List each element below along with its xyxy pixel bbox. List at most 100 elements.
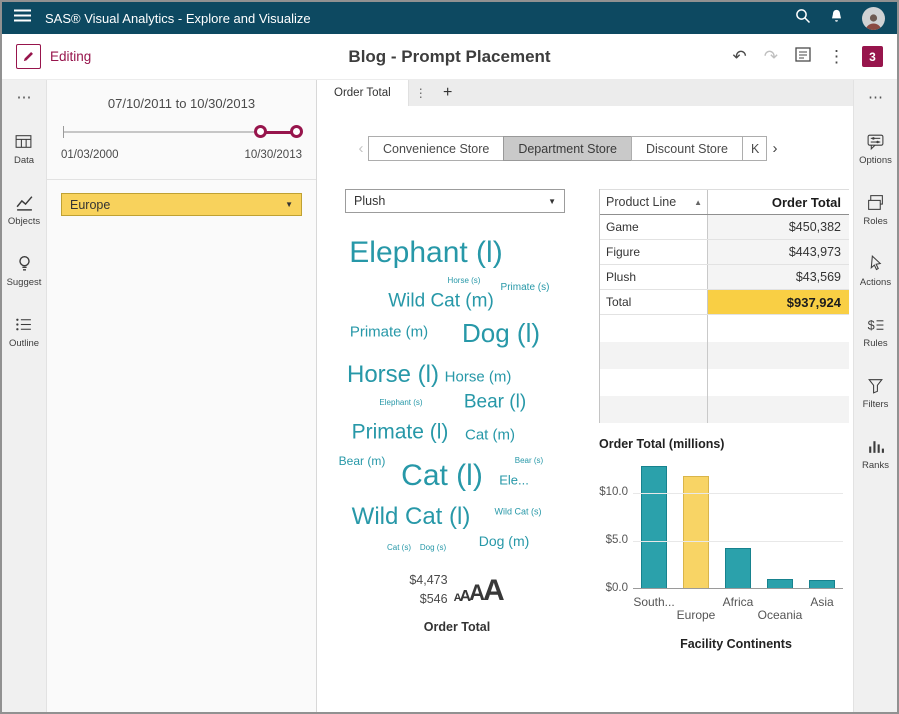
- table-body: Game $450,382 Figure $443,973 Plush $43,569 To…: [600, 215, 849, 423]
- store-button-bar: ‹ Convenience Store Department Store Disco…: [353, 136, 845, 161]
- word-cloud-term[interactable]: Wild Cat (m): [388, 292, 494, 311]
- hamburger-menu-icon[interactable]: [14, 9, 31, 27]
- sidebar-item-objects[interactable]: Objects: [8, 193, 40, 227]
- x-axis-category-label: Africa: [722, 595, 754, 609]
- x-axis-category-label: Europe: [676, 608, 716, 622]
- panel-item-roles[interactable]: Roles: [863, 193, 888, 227]
- main-area: Order Total ⋮ + ‹ Convenience Store Depar…: [317, 80, 853, 712]
- display-rules-icon: $: [866, 315, 885, 334]
- slider-end-handle[interactable]: [290, 125, 304, 138]
- word-cloud-term[interactable]: Bear (m): [339, 455, 386, 467]
- table-empty-row: [600, 396, 849, 423]
- word-cloud-term[interactable]: Horse (s): [448, 277, 481, 285]
- chart-bar[interactable]: [809, 580, 835, 588]
- kebab-menu-icon[interactable]: ⋮: [828, 48, 845, 65]
- sidebar-item-outline[interactable]: Outline: [9, 315, 39, 349]
- size-legend: $4,473 $546 AAAA: [331, 571, 583, 610]
- slider-min-label: 01/03/2000: [61, 149, 119, 161]
- legend-max-value: $4,473: [409, 573, 448, 587]
- chevron-down-icon: ▼: [285, 200, 293, 209]
- order-total-cell: $443,973: [708, 240, 849, 264]
- size-legend-glyph: A: [482, 573, 505, 607]
- left-rail-more-icon[interactable]: ⋯: [17, 90, 32, 105]
- table-row[interactable]: Game $450,382: [600, 215, 849, 240]
- sidebar-item-data[interactable]: Data: [14, 132, 34, 166]
- chart-gridline: [633, 540, 843, 542]
- scroll-right-chevron-icon[interactable]: ›: [767, 141, 783, 156]
- panel-item-ranks[interactable]: Ranks: [862, 437, 889, 471]
- word-cloud-term[interactable]: Elephant (l): [349, 238, 502, 268]
- word-cloud-term[interactable]: Bear (l): [464, 393, 526, 412]
- word-cloud-term[interactable]: Horse (m): [445, 370, 512, 385]
- chart-bar[interactable]: [767, 579, 793, 588]
- store-button[interactable]: K: [741, 136, 767, 161]
- word-cloud-panel: Plush ▼ Elephant (l) Horse (s) Primate (s)…: [331, 189, 583, 651]
- store-button[interactable]: Department Store: [503, 136, 632, 161]
- chart-bar[interactable]: [725, 547, 751, 588]
- word-cloud-term[interactable]: Cat (s): [387, 544, 411, 552]
- chart-gridline: [633, 492, 843, 494]
- tab-order-total[interactable]: Order Total: [317, 80, 409, 106]
- region-dropdown[interactable]: Europe ▼: [61, 193, 302, 216]
- word-cloud-term[interactable]: Primate (l): [352, 422, 449, 443]
- report-view-icon[interactable]: [795, 46, 811, 67]
- chart-objects-icon: [15, 193, 34, 212]
- search-icon[interactable]: [795, 8, 811, 29]
- sidebar-item-suggest[interactable]: Suggest: [7, 254, 41, 288]
- word-cloud-term[interactable]: Cat (m): [465, 428, 515, 443]
- word-cloud-term[interactable]: Wild Cat (s): [495, 507, 542, 517]
- column-header-product-line[interactable]: Product Line ▲: [600, 190, 708, 214]
- word-cloud-term[interactable]: Bear (s): [515, 457, 543, 465]
- outline-list-icon: [14, 315, 33, 334]
- report-header: Blog - Prompt Placement Editing ↶ ↷ ⋮ 3: [2, 34, 897, 80]
- alert-count-badge[interactable]: 3: [862, 46, 883, 67]
- undo-icon[interactable]: ↶: [733, 48, 747, 65]
- product-dropdown[interactable]: Plush ▼: [345, 189, 565, 213]
- cursor-actions-icon: [866, 254, 885, 273]
- region-dropdown-value: Europe: [70, 197, 111, 212]
- slider-start-handle[interactable]: [254, 125, 268, 138]
- word-cloud-term[interactable]: Dog (l): [462, 320, 540, 346]
- report-canvas: ‹ Convenience Store Department Store Disco…: [317, 106, 853, 712]
- column-header-order-total[interactable]: Order Total: [708, 195, 849, 210]
- notifications-bell-icon[interactable]: [829, 8, 844, 29]
- store-button[interactable]: Discount Store: [631, 136, 743, 161]
- panel-item-filters[interactable]: Filters: [863, 376, 888, 410]
- bar-chart: Order Total (millions) South... Europe Afr…: [599, 437, 849, 651]
- word-cloud-term[interactable]: Cat (l): [401, 461, 483, 491]
- order-total-cell: $450,382: [708, 215, 849, 239]
- edit-mode-indicator[interactable]: Editing: [16, 44, 91, 69]
- table-row[interactable]: Plush $43,569: [600, 265, 849, 290]
- panel-item-rules[interactable]: $ Rules: [863, 315, 887, 349]
- chart-bar[interactable]: [641, 465, 667, 588]
- lightbulb-icon: [15, 254, 34, 273]
- date-range-slider[interactable]: [61, 117, 304, 147]
- right-rail-more-icon[interactable]: ⋯: [868, 90, 883, 105]
- word-cloud-term[interactable]: Dog (s): [420, 544, 446, 552]
- redo-icon[interactable]: ↷: [764, 48, 778, 65]
- table-row[interactable]: Total $937,924: [600, 290, 849, 315]
- x-axis-category-label: Asia: [810, 595, 834, 609]
- y-axis-tick-label: $0.0: [605, 582, 628, 594]
- word-cloud-term[interactable]: Elephant (s): [379, 399, 422, 407]
- top-bar: SAS® Visual Analytics - Explore and Visu…: [2, 2, 897, 34]
- scroll-left-chevron-icon[interactable]: ‹: [353, 141, 369, 156]
- tab-kebab-icon[interactable]: ⋮: [409, 80, 433, 106]
- chart-plot-area: South... Europe Africa Oceania Asia $0.0 $5.0…: [599, 455, 849, 623]
- word-cloud-term[interactable]: Wild Cat (l): [352, 505, 471, 529]
- word-cloud-term[interactable]: Primate (m): [350, 325, 428, 340]
- table-row[interactable]: Figure $443,973: [600, 240, 849, 265]
- panel-item-options[interactable]: Options: [859, 132, 892, 166]
- word-cloud-term[interactable]: Dog (m): [479, 534, 530, 548]
- word-cloud-term[interactable]: Horse (l): [347, 363, 439, 387]
- panel-item-actions[interactable]: Actions: [860, 254, 891, 288]
- product-line-cell: Figure: [600, 240, 708, 264]
- editing-label: Editing: [50, 49, 92, 64]
- add-tab-button[interactable]: +: [433, 80, 463, 106]
- slider-max-label: 10/30/2013: [244, 149, 302, 161]
- sort-ascending-icon: ▲: [694, 197, 702, 207]
- word-cloud-term[interactable]: Ele...: [499, 474, 529, 487]
- store-button[interactable]: Convenience Store: [368, 136, 505, 161]
- word-cloud-term[interactable]: Primate (s): [501, 283, 550, 293]
- user-avatar[interactable]: [862, 6, 885, 30]
